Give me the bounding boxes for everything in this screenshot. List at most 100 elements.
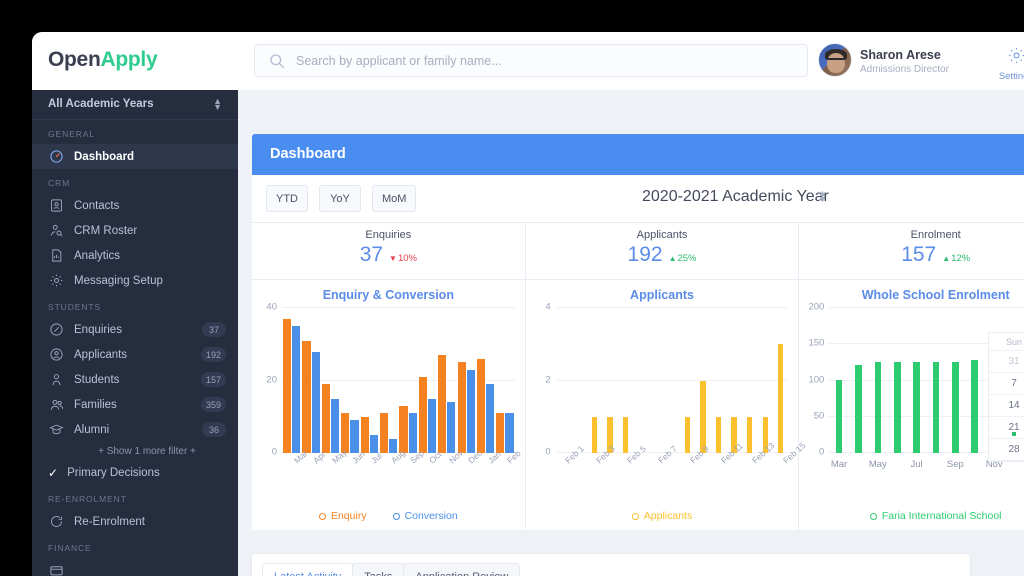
calendar-cell[interactable]: 31 bbox=[989, 351, 1024, 373]
chevron-updown-icon[interactable]: ▲▼ bbox=[818, 190, 827, 202]
bar-category-group bbox=[437, 308, 456, 453]
bar[interactable] bbox=[409, 413, 417, 453]
bar[interactable] bbox=[477, 359, 485, 453]
bar[interactable] bbox=[747, 417, 752, 453]
legend-item[interactable]: Faria International School bbox=[870, 510, 1002, 522]
bar[interactable] bbox=[322, 384, 330, 453]
search-input[interactable]: Search by applicant or family name... bbox=[254, 44, 808, 77]
sidebar-item-crm-roster[interactable]: CRM Roster bbox=[32, 218, 238, 243]
bar[interactable] bbox=[283, 319, 291, 453]
bar[interactable] bbox=[913, 362, 920, 453]
bar[interactable] bbox=[700, 381, 705, 454]
calendar-cell[interactable]: 14 bbox=[989, 395, 1024, 417]
sidebar-item-label: Applicants bbox=[74, 349, 127, 361]
bar[interactable] bbox=[438, 355, 446, 453]
sidebar-section-finance: FINANCE bbox=[32, 534, 238, 558]
bar[interactable] bbox=[894, 362, 901, 453]
kpi-value: 37 bbox=[360, 243, 383, 267]
legend-item[interactable]: Conversion bbox=[393, 510, 458, 522]
sidebar-section-crm: CRM bbox=[32, 169, 238, 193]
sidebar-item-enquiries[interactable]: Enquiries 37 bbox=[32, 317, 238, 342]
bar[interactable] bbox=[952, 362, 959, 453]
bar[interactable] bbox=[350, 420, 358, 453]
sidebar-item-messaging-setup[interactable]: Messaging Setup bbox=[32, 268, 238, 293]
bar[interactable] bbox=[875, 362, 882, 453]
settings-button[interactable]: Settings bbox=[994, 46, 1024, 82]
bar-category-group bbox=[602, 308, 618, 453]
academic-year-title[interactable]: 2020-2021 Academic Year bbox=[642, 188, 829, 206]
chart-legend: Applicants bbox=[526, 510, 799, 522]
sidebar-badge: 192 bbox=[201, 347, 226, 362]
kpi-row: Enquiries 37 ▼10% Applicants 192 ▲25% En… bbox=[252, 223, 1024, 280]
bar-category-group bbox=[757, 308, 773, 453]
kpi-enquiries: Enquiries 37 ▼10% bbox=[252, 223, 526, 279]
sidebar-item-re-enrolment[interactable]: Re-Enrolment bbox=[32, 509, 238, 534]
sidebar-item-analytics[interactable]: Analytics bbox=[32, 243, 238, 268]
period-button-ytd[interactable]: YTD bbox=[266, 185, 308, 212]
app-logo[interactable]: OpenApply bbox=[48, 48, 157, 72]
bar-category-group bbox=[649, 308, 665, 453]
period-button-yoy[interactable]: YoY bbox=[319, 185, 361, 212]
sidebar-item-applicants[interactable]: Applicants 192 bbox=[32, 342, 238, 367]
calendar-cell[interactable]: 28 bbox=[989, 439, 1024, 461]
y-axis-tick: 4 bbox=[545, 302, 550, 313]
chevron-updown-icon: ▲▼ bbox=[213, 98, 222, 110]
bar[interactable] bbox=[685, 417, 690, 453]
bar[interactable] bbox=[836, 380, 843, 453]
sidebar-item-dashboard[interactable]: Dashboard bbox=[32, 144, 238, 169]
bar-category-group bbox=[965, 308, 984, 453]
sidebar-item-finance-partial[interactable] bbox=[32, 558, 238, 576]
sidebar-item-contacts[interactable]: Contacts bbox=[32, 193, 238, 218]
bar[interactable] bbox=[380, 413, 388, 453]
legend-item[interactable]: Applicants bbox=[632, 510, 692, 522]
bar[interactable] bbox=[716, 417, 721, 453]
avatar[interactable] bbox=[818, 43, 852, 77]
bar[interactable] bbox=[592, 417, 597, 453]
period-button-mom[interactable]: MoM bbox=[372, 185, 416, 212]
bar-category-group bbox=[849, 308, 868, 453]
bar[interactable] bbox=[496, 413, 504, 453]
bar[interactable] bbox=[292, 326, 300, 453]
graduation-cap-icon bbox=[48, 421, 65, 438]
show-more-filter-link[interactable]: + Show 1 more filter + bbox=[32, 442, 238, 461]
bar-category-group bbox=[556, 308, 572, 453]
sidebar-badge: 36 bbox=[202, 422, 226, 437]
x-axis-tick: May bbox=[869, 459, 887, 470]
legend-dot-icon bbox=[393, 513, 400, 520]
calendar-cell[interactable]: 21 bbox=[989, 417, 1024, 439]
tab-application-review[interactable]: Application Review bbox=[403, 563, 520, 576]
sidebar-item-alumni[interactable]: Alumni 36 bbox=[32, 417, 238, 442]
bar[interactable] bbox=[971, 360, 978, 453]
bar[interactable] bbox=[505, 413, 513, 453]
sidebar-item-primary-decisions[interactable]: ✓ Primary Decisions bbox=[32, 461, 238, 485]
bar[interactable] bbox=[419, 377, 427, 453]
bar[interactable] bbox=[331, 399, 339, 453]
bar[interactable] bbox=[399, 406, 407, 453]
sidebar-item-label: Analytics bbox=[74, 250, 120, 262]
sidebar-section-students: STUDENTS bbox=[32, 293, 238, 317]
bar[interactable] bbox=[486, 384, 494, 453]
bar[interactable] bbox=[302, 341, 310, 453]
sidebar-item-families[interactable]: Families 359 bbox=[32, 392, 238, 417]
bar[interactable] bbox=[361, 417, 369, 453]
legend-item[interactable]: Enquiry bbox=[319, 510, 367, 522]
chart-enquiry-conversion: Enquiry & Conversion 02040 MarAprMayJunJ… bbox=[252, 280, 526, 530]
bar[interactable] bbox=[778, 344, 783, 453]
sidebar-item-students[interactable]: Students 157 bbox=[32, 367, 238, 392]
sidebar: All Academic Years ▲▼ GENERAL Dashboard … bbox=[32, 90, 238, 576]
page-title: Dashboard bbox=[270, 146, 346, 162]
calendar-cell[interactable]: 7 bbox=[989, 373, 1024, 395]
bar[interactable] bbox=[447, 402, 455, 453]
bar[interactable] bbox=[933, 362, 940, 453]
bar[interactable] bbox=[855, 365, 862, 453]
academic-years-selector[interactable]: All Academic Years ▲▼ bbox=[32, 90, 238, 120]
bar[interactable] bbox=[312, 352, 320, 454]
tab-tasks[interactable]: Tasks bbox=[352, 563, 404, 576]
bar[interactable] bbox=[428, 399, 436, 453]
bar[interactable] bbox=[458, 362, 466, 453]
gear-icon bbox=[1007, 46, 1024, 65]
bar[interactable] bbox=[623, 417, 628, 453]
bar[interactable] bbox=[467, 370, 475, 453]
chart-title: Enquiry & Conversion bbox=[252, 288, 525, 302]
tab-latest-activity[interactable]: Latest Activity bbox=[262, 563, 353, 576]
